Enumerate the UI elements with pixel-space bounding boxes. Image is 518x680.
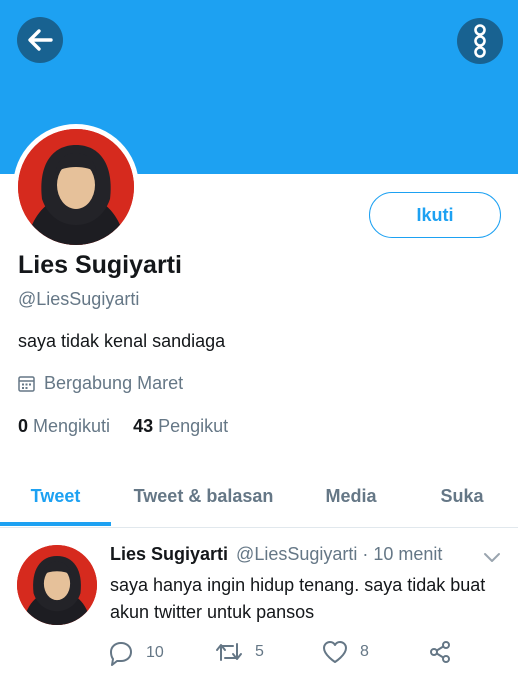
follow-button[interactable]: Ikuti (369, 192, 501, 238)
profile-name: Lies Sugiyarti (18, 251, 182, 279)
back-button[interactable] (17, 17, 63, 63)
calendar-icon (18, 376, 35, 392)
retweet-count: 5 (255, 643, 264, 660)
followers-stat[interactable]: 43 Pengikut (133, 416, 228, 437)
tweet-author-name[interactable]: Lies Sugiyarti (110, 544, 228, 565)
tab-tweet[interactable]: Tweet (0, 466, 111, 526)
following-count: 0 (18, 416, 29, 436)
profile-handle: @LiesSugiyarti (18, 289, 140, 309)
reply-count: 10 (146, 644, 164, 661)
tweet-text: saya hanya ingin hidup tenang. saya tida… (110, 575, 486, 622)
profile-tabs: Tweet Tweet & balasan Media Suka (0, 466, 518, 528)
tab-media[interactable]: Media (296, 466, 406, 526)
retweet-button[interactable]: 5 (215, 640, 264, 664)
profile-stats: 0 Mengikuti 43 Pengikut (18, 416, 228, 437)
vertical-dots-icon (474, 24, 486, 58)
followers-label: Pengikut (158, 416, 229, 436)
share-icon (430, 641, 450, 663)
tweet-meta: @LiesSugiyarti · 10 menit (236, 544, 443, 564)
more-options-button[interactable] (457, 18, 503, 64)
active-tab-indicator (0, 522, 111, 526)
following-label: Mengikuti (33, 416, 111, 436)
heart-icon (323, 641, 347, 663)
followers-count: 43 (133, 416, 154, 436)
tweet-menu-button[interactable] (482, 550, 502, 569)
profile-avatar[interactable] (13, 124, 139, 250)
tab-suka[interactable]: Suka (406, 466, 518, 526)
tweet-header: Lies Sugiyarti @LiesSugiyarti · 10 menit (110, 544, 442, 565)
tweet-actions: 10 5 8 (108, 640, 468, 670)
tweet-avatar[interactable] (17, 545, 97, 625)
chevron-down-icon (484, 553, 500, 562)
profile-bio: saya tidak kenal sandiaga (18, 331, 226, 351)
arrow-left-icon (28, 29, 53, 51)
like-count: 8 (360, 643, 369, 660)
reply-button[interactable]: 10 (108, 640, 164, 666)
tab-tweet-balasan[interactable]: Tweet & balasan (111, 466, 296, 526)
share-button[interactable] (428, 640, 464, 664)
join-date-text: Bergabung Maret (44, 373, 184, 393)
retweet-icon (216, 643, 242, 661)
following-stat[interactable]: 0 Mengikuti (18, 416, 110, 437)
reply-icon (110, 642, 132, 666)
join-date: Bergabung Maret (18, 373, 183, 394)
like-button[interactable]: 8 (322, 640, 369, 664)
